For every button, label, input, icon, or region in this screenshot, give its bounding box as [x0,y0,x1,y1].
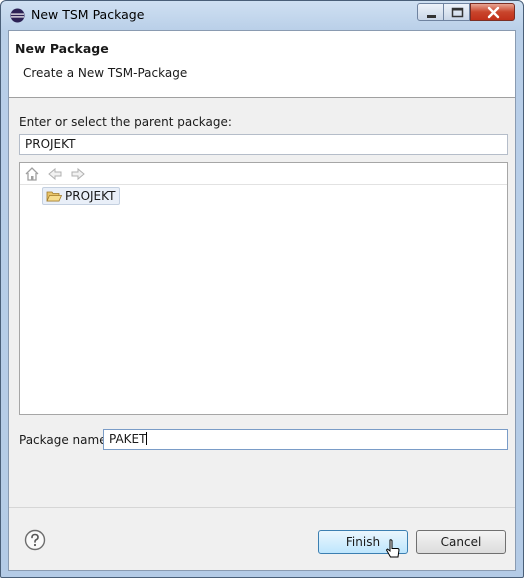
close-button[interactable] [470,3,515,21]
open-folder-icon [46,191,62,202]
maximize-button[interactable] [443,3,470,21]
tree-item-label: PROJEKT [65,189,116,203]
page-subtitle: Create a New TSM-Package [23,66,188,80]
back-arrow-icon[interactable] [47,166,63,182]
page-title: New Package [15,41,109,56]
close-icon [487,6,500,19]
help-icon[interactable] [24,529,46,551]
package-name-value: PAKET [109,432,147,446]
footer-divider [9,507,515,508]
minimize-icon [427,15,436,18]
parent-package-input[interactable]: PROJEKT [19,134,508,155]
package-tree[interactable]: PROJEKT [19,162,508,415]
window-title: New TSM Package [31,7,145,22]
text-caret [146,432,148,445]
wizard-header: New Package Create a New TSM-Package [9,31,515,98]
title-bar[interactable]: New TSM Package [1,1,523,29]
tree-toolbar [20,163,507,185]
mouse-cursor-icon [386,539,400,558]
forward-arrow-icon[interactable] [70,166,86,182]
tree-item-projekt[interactable]: PROJEKT [42,187,121,205]
parent-package-label: Enter or select the parent package: [19,115,232,129]
maximize-icon [451,7,464,18]
eclipse-icon [10,8,25,23]
package-name-label: Package name: [19,433,111,447]
cancel-button[interactable]: Cancel [416,530,506,554]
dialog-window: New TSM Package New Package Create a New… [0,0,524,578]
minimize-button[interactable] [417,3,444,21]
package-name-input[interactable]: PAKET [103,429,508,450]
dialog-content: New Package Create a New TSM-Package Ent… [8,30,516,571]
home-icon[interactable] [24,166,40,182]
